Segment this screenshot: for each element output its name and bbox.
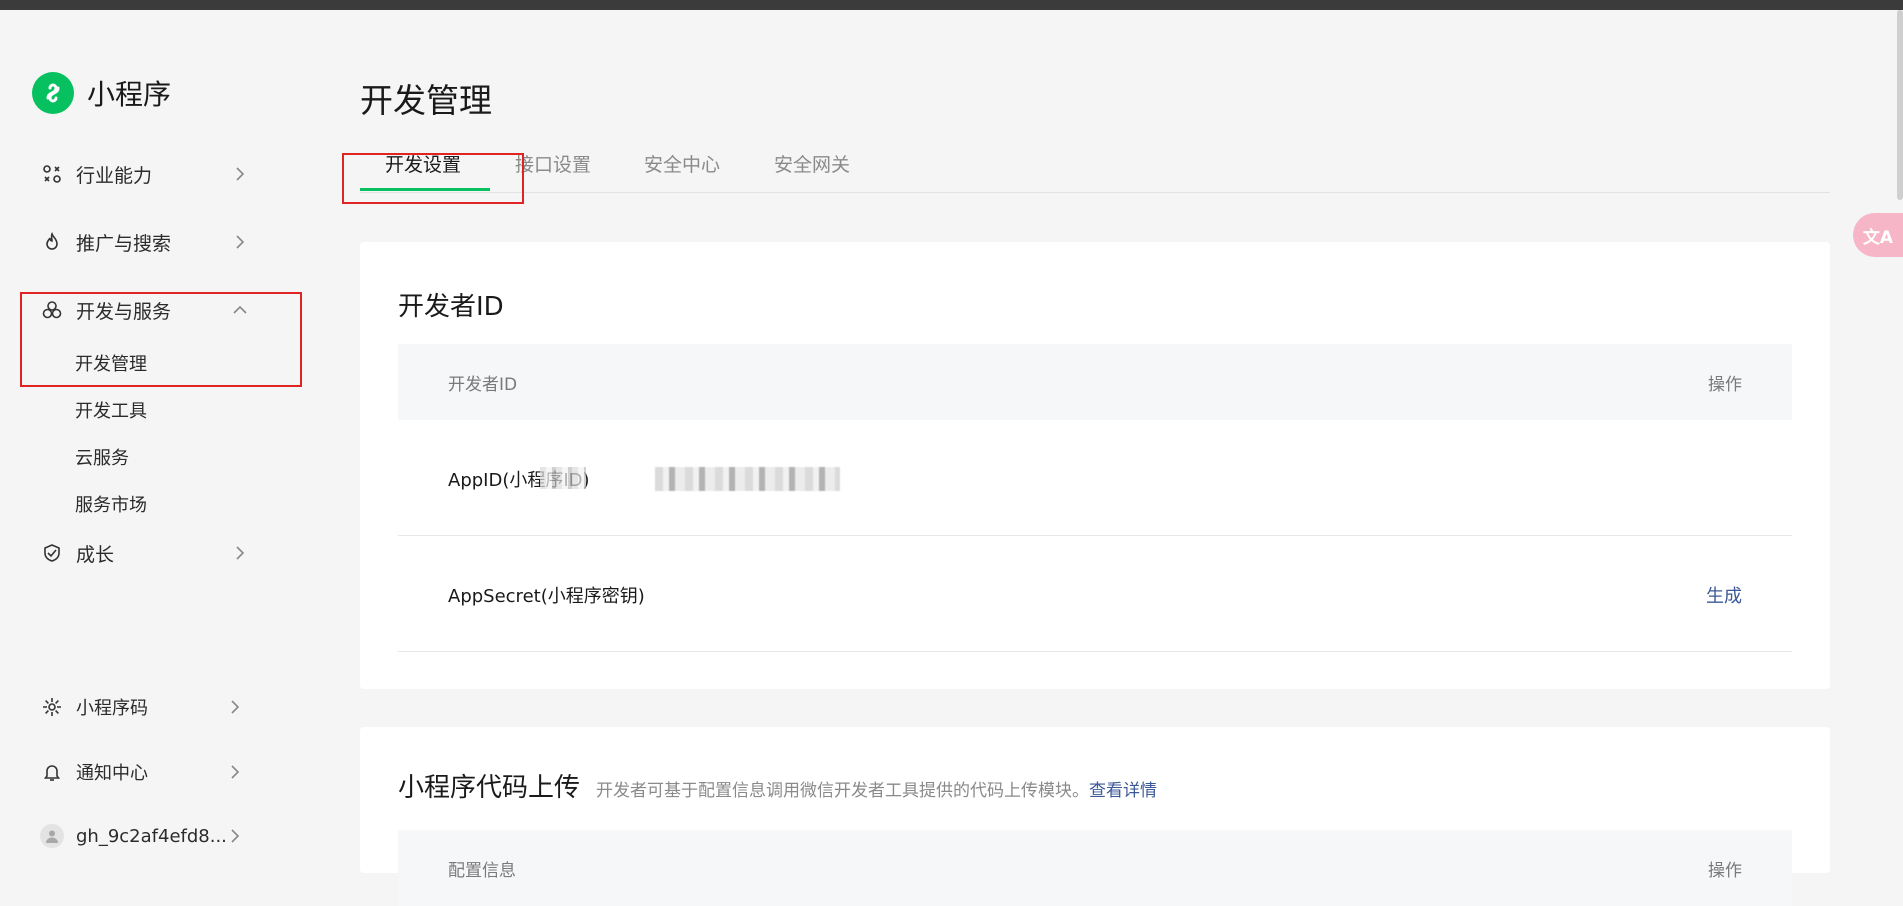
mini-program-logo-icon [32,72,74,114]
chevron-right-icon [231,829,240,843]
page-title: 开发管理 [360,81,492,120]
view-details-link[interactable]: 查看详情 [1089,781,1157,801]
card-title: 小程序代码上传 [398,773,581,803]
tab-api-settings[interactable]: 接口设置 [515,150,591,177]
sidebar-item-promotion[interactable]: 推广与搜索 [40,222,250,262]
account-name: gh_9c2af4efd8... [76,825,227,847]
chevron-right-icon [231,700,240,714]
chevron-right-icon [231,765,240,779]
generate-secret-button[interactable]: 生成 [1706,582,1742,608]
sidebar: 小程序 行业能力 推广与搜索 开发与服务 开发管理 开发工具 云服务 服务市场 … [0,10,320,873]
upload-description: 开发者可基于配置信息调用微信开发者工具提供的代码上传模块。查看详情 [596,781,1157,801]
sidebar-item-notifications[interactable]: 通知中心 [40,752,250,792]
sidebar-subitem-market[interactable]: 服务市场 [75,491,147,517]
card-title: 开发者ID [398,292,504,322]
avatar-icon [40,824,64,848]
chevron-right-icon [236,167,245,181]
tab-security-gateway[interactable]: 安全网关 [774,150,850,177]
header-col-config: 配置信息 [448,861,516,881]
sidebar-subitem-dev-tools[interactable]: 开发工具 [75,397,147,423]
bell-icon [40,760,64,784]
sidebar-item-label: 推广与搜索 [76,232,172,255]
industry-icon [40,162,64,186]
header-col-action: 操作 [1708,375,1742,395]
highlight-box-sidebar [20,292,302,387]
sidebar-subitem-cloud[interactable]: 云服务 [75,444,129,470]
tab-bar: 开发设置 接口设置 安全中心 安全网关 [360,150,1830,193]
sidebar-item-label: 行业能力 [76,164,153,187]
flame-icon [40,230,64,254]
app-name: 小程序 [87,78,172,111]
sidebar-item-industry[interactable]: 行业能力 [40,154,250,194]
developer-id-card: 开发者ID 开发者ID 操作 AppID(小程序ID) AppSecret(小程… [360,242,1830,689]
sidebar-item-qrcode[interactable]: 小程序码 [40,687,250,727]
app-logo[interactable]: 小程序 [32,72,171,114]
redacted-appid-suffix [540,467,586,489]
scrollbar[interactable] [1897,10,1903,200]
translate-button[interactable]: 文A [1853,213,1903,257]
appsecret-label: AppSecret(小程序密钥) [448,586,645,607]
growth-icon [40,541,64,565]
chevron-right-icon [236,235,245,249]
highlight-box-tab [342,153,524,204]
sidebar-item-account[interactable]: gh_9c2af4efd8... [40,816,250,856]
table-row-appid: AppID(小程序ID) [398,420,1792,536]
sidebar-item-label: 成长 [76,543,115,566]
header-col-developer-id: 开发者ID [448,375,518,395]
tab-security-center[interactable]: 安全中心 [644,150,720,177]
sun-icon [40,695,64,719]
table-header: 开发者ID 操作 [398,344,1792,420]
sidebar-item-label: 通知中心 [76,763,148,784]
browser-top-bar [0,0,1903,10]
header-col-action: 操作 [1708,861,1742,881]
table-header: 配置信息 操作 [398,830,1792,906]
sidebar-item-label: 小程序码 [76,698,148,719]
redacted-appid-value [655,467,840,491]
table-row-appsecret: AppSecret(小程序密钥) 生成 [398,536,1792,652]
chevron-right-icon [236,546,245,560]
sidebar-item-growth[interactable]: 成长 [40,533,250,573]
